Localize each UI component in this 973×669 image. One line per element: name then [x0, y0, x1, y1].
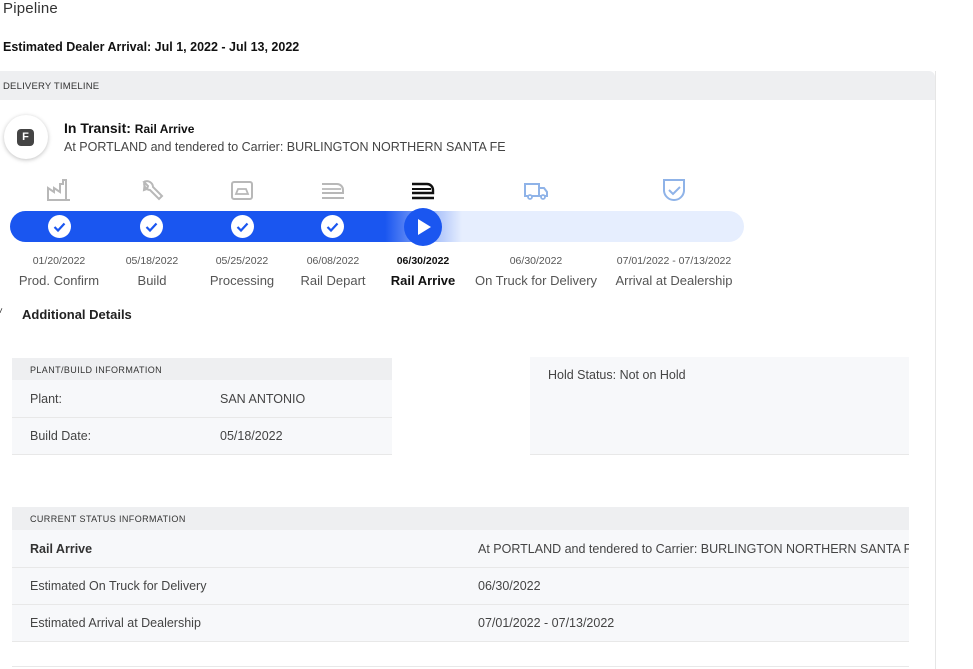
- progress-track: [10, 211, 744, 242]
- check-icon: [53, 222, 66, 233]
- step-done-check[interactable]: [48, 215, 71, 238]
- step-label: On Truck for Delivery: [474, 273, 598, 288]
- truck-icon: [524, 183, 548, 200]
- car-processing-icon: [231, 181, 253, 200]
- wrench-icon: [142, 180, 164, 201]
- chevron-down-icon[interactable]: ˅: [0, 306, 3, 317]
- factory-icon: [47, 179, 70, 201]
- build-date-label: Build Date:: [30, 429, 92, 443]
- status-sub: Rail Arrive: [134, 122, 195, 136]
- status-line: In Transit: Rail Arrive: [64, 120, 194, 136]
- current-status-title: CURRENT STATUS INFORMATION: [30, 514, 186, 524]
- step-done-check[interactable]: [140, 215, 163, 238]
- additional-details-toggle[interactable]: Additional Details: [22, 307, 132, 322]
- rail-arrive-icon: [412, 182, 435, 200]
- check-icon: [236, 222, 249, 233]
- status-row-value: 06/30/2022: [478, 579, 541, 593]
- build-date-value: 05/18/2022: [220, 429, 283, 443]
- page-title: Pipeline: [3, 0, 58, 17]
- current-step-marker[interactable]: [404, 208, 442, 246]
- table-row: [12, 380, 392, 418]
- play-icon: [418, 219, 431, 235]
- divider: [12, 666, 909, 667]
- rail-depart-icon: [322, 183, 344, 199]
- delivery-timeline-title: DELIVERY TIMELINE: [3, 81, 100, 92]
- plant-label: Plant:: [30, 392, 62, 406]
- step-done-check[interactable]: [321, 215, 344, 238]
- status-main: In Transit:: [64, 120, 131, 136]
- status-row-value: 07/01/2022 - 07/13/2022: [478, 616, 615, 630]
- status-row-label: Rail Arrive: [30, 542, 93, 556]
- plant-value: SAN ANTONIO: [220, 392, 306, 406]
- step-done-check[interactable]: [231, 215, 254, 238]
- plant-card-title: PLANT/BUILD INFORMATION: [30, 365, 163, 375]
- status-description: At PORTLAND and tendered to Carrier: BUR…: [64, 140, 506, 154]
- estimated-dealer-arrival: Estimated Dealer Arrival: Jul 1, 2022 - …: [3, 40, 300, 54]
- step-date: 07/01/2022 - 07/13/2022: [616, 255, 732, 267]
- shield-check-icon: [663, 179, 685, 202]
- step-date: 06/30/2022: [509, 255, 563, 267]
- check-icon: [326, 222, 339, 233]
- status-row-label: Estimated Arrival at Dealership: [30, 616, 201, 630]
- status-row-value: At PORTLAND and tendered to Carrier: BUR…: [478, 542, 909, 556]
- check-icon: [145, 222, 158, 233]
- brand-badge-letter: F: [17, 129, 34, 146]
- status-row-label: Estimated On Truck for Delivery: [30, 579, 207, 593]
- hold-status-text: Hold Status: Not on Hold: [548, 368, 686, 382]
- delivery-timeline-header: [0, 71, 935, 100]
- step-label: Arrival at Dealership: [615, 273, 733, 288]
